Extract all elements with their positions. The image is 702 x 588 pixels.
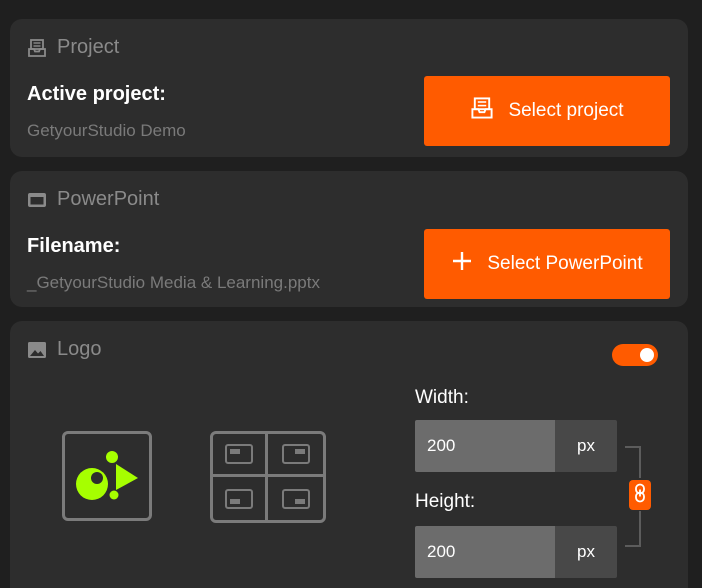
logo-preview[interactable] bbox=[62, 431, 152, 521]
link-bracket-top bbox=[625, 446, 641, 478]
plus-icon bbox=[451, 250, 473, 278]
logo-header-label: Logo bbox=[57, 338, 102, 360]
width-label: Width: bbox=[415, 387, 469, 408]
filename-value: _GetyourStudio Media & Learning.pptx bbox=[27, 273, 320, 292]
bottom-right-icon bbox=[281, 488, 310, 509]
logo-enabled-toggle[interactable] bbox=[612, 344, 658, 366]
link-bracket-bottom bbox=[625, 511, 641, 547]
position-top-right[interactable] bbox=[268, 434, 323, 477]
powerpoint-section: PowerPoint Filename: _GetyourStudio Medi… bbox=[10, 171, 688, 307]
width-field: px bbox=[415, 420, 617, 472]
select-project-label: Select project bbox=[508, 100, 624, 121]
select-project-button[interactable]: Select project bbox=[424, 76, 670, 146]
top-left-icon bbox=[225, 444, 253, 464]
position-bottom-right[interactable] bbox=[268, 477, 323, 520]
active-project-label: Active project: bbox=[27, 83, 166, 105]
height-unit: px bbox=[555, 526, 617, 578]
powerpoint-header: PowerPoint bbox=[27, 188, 159, 211]
height-label: Height: bbox=[415, 491, 476, 512]
inbox-tray-icon bbox=[470, 96, 494, 126]
active-project-value: GetyourStudio Demo bbox=[27, 121, 186, 140]
width-unit: px bbox=[555, 420, 617, 472]
project-section: Project Active project: GetyourStudio De… bbox=[10, 19, 688, 157]
powerpoint-header-label: PowerPoint bbox=[57, 188, 160, 210]
settings-panel: Project Active project: GetyourStudio De… bbox=[0, 0, 702, 588]
project-header: Project bbox=[27, 36, 119, 59]
top-right-icon bbox=[281, 444, 310, 464]
select-powerpoint-button[interactable]: Select PowerPoint bbox=[424, 229, 670, 299]
height-field: px bbox=[415, 526, 617, 578]
position-top-left[interactable] bbox=[213, 434, 268, 477]
logo-position-grid bbox=[210, 431, 326, 523]
window-icon bbox=[27, 191, 47, 209]
height-input[interactable] bbox=[415, 526, 555, 578]
chain-link-icon bbox=[634, 483, 646, 508]
getyourstudio-logo bbox=[76, 451, 138, 500]
logo-section: Logo Width: px Height: bbox=[10, 321, 688, 588]
inbox-tray-icon bbox=[27, 38, 47, 58]
filename-label: Filename: bbox=[27, 235, 121, 257]
toggle-knob bbox=[640, 348, 654, 362]
position-bottom-left[interactable] bbox=[213, 477, 268, 520]
select-powerpoint-label: Select PowerPoint bbox=[487, 253, 643, 274]
aspect-lock-button[interactable] bbox=[629, 480, 651, 510]
project-header-label: Project bbox=[57, 36, 120, 58]
logo-header: Logo bbox=[27, 338, 102, 361]
bottom-left-icon bbox=[225, 488, 253, 509]
image-icon bbox=[27, 341, 47, 359]
width-input[interactable] bbox=[415, 420, 555, 472]
